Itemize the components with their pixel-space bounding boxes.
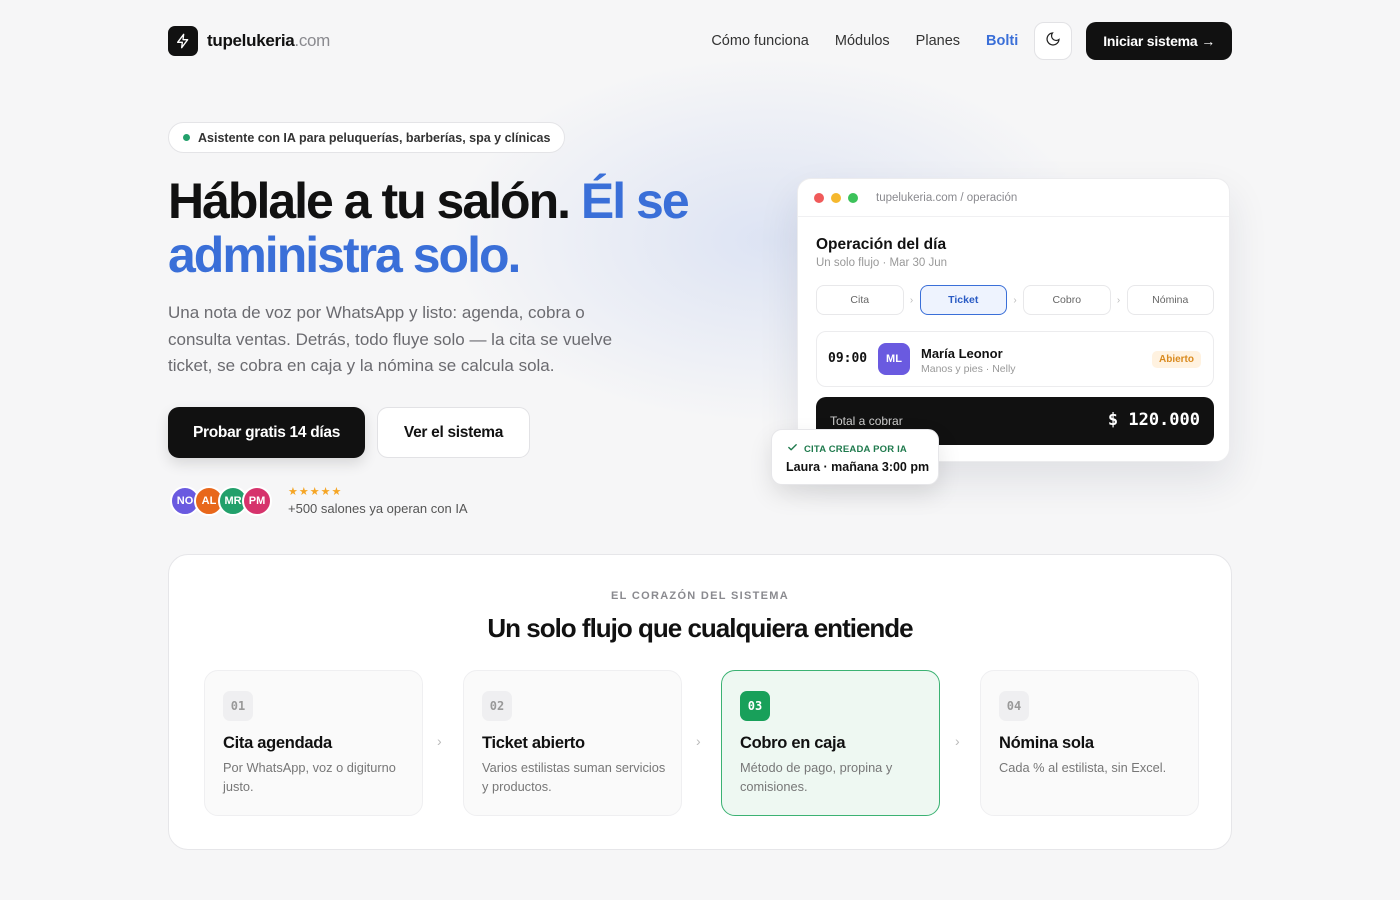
flow-card-cita[interactable]: 01 Cita agendada Por WhatsApp, voz o dig… xyxy=(204,670,423,816)
top-header: tupelukeria.com Cómo funciona Módulos Pl… xyxy=(168,22,1232,62)
system-core-section: EL CORAZÓN DEL SISTEMA Un solo flujo que… xyxy=(168,554,1232,850)
star-rating-icon: ★★★★★ xyxy=(288,486,343,498)
card-description: Método de pago, propina y comisiones. xyxy=(740,760,893,794)
headline-dark: Háblale a tu salón. xyxy=(168,173,581,229)
mock-subtitle: Un solo flujo · Mar 30 Jun xyxy=(816,257,948,269)
start-system-button[interactable]: Iniciar sistema → xyxy=(1086,22,1232,60)
operation-mock-window: tupelukeria.com / operación Operación de… xyxy=(797,178,1230,462)
ai-appointment-toast: CITA CREADA POR IA Laura · mañana 3:00 p… xyxy=(771,429,939,485)
view-system-button[interactable]: Ver el sistema xyxy=(377,407,530,458)
step-cobro[interactable]: Cobro xyxy=(1023,285,1111,315)
step-ticket[interactable]: Ticket xyxy=(919,285,1007,315)
appointment-time: 09:00 xyxy=(828,351,868,366)
close-dot-icon xyxy=(814,192,824,203)
theme-toggle-button[interactable] xyxy=(1034,22,1073,60)
card-title: Cobro en caja xyxy=(740,734,846,752)
total-label: Total a cobrar xyxy=(830,414,903,428)
brand-name: tupelukeria.com xyxy=(207,31,331,50)
hero-subtitle: Una nota de voz por WhatsApp y listo: ag… xyxy=(168,303,613,375)
avatar-group: NO AL MR PM xyxy=(170,485,272,516)
avatar: PM xyxy=(242,485,272,516)
mock-titlebar: tupelukeria.com / operación xyxy=(798,179,1229,217)
card-number: 04 xyxy=(999,691,1029,721)
nav-como-funciona[interactable]: Cómo funciona xyxy=(711,33,809,49)
avatar: ML xyxy=(878,343,910,375)
minimize-dot-icon xyxy=(831,192,841,203)
appointment-row[interactable]: 09:00 ML María Leonor Manos y pies · Nel… xyxy=(816,331,1214,387)
step-cita[interactable]: Cita xyxy=(816,285,904,315)
hero-headline: Háblale a tu salón. Él se administra sol… xyxy=(168,174,728,282)
toast-title: CITA CREADA POR IA xyxy=(804,443,907,455)
moon-icon xyxy=(1045,31,1061,52)
brand-logo[interactable]: tupelukeria.com xyxy=(168,26,330,56)
social-proof: NO AL MR PM ★★★★★ +500 salones ya operan… xyxy=(170,485,468,516)
brand-tld: .com xyxy=(294,31,331,50)
card-number: 01 xyxy=(223,691,253,721)
main-nav: Cómo funciona Módulos Planes Bolti Inici… xyxy=(711,22,1232,60)
card-description: Cada % al estilista, sin Excel. xyxy=(999,760,1167,775)
flow-card-cobro[interactable]: 03 Cobro en caja Método de pago, propina… xyxy=(721,670,940,816)
nav-bolti[interactable]: Bolti xyxy=(986,33,1018,49)
toast-header: CITA CREADA POR IA xyxy=(787,442,907,456)
mock-title: Operación del día xyxy=(816,236,947,253)
card-title: Cita agendada xyxy=(223,734,332,752)
nav-modulos[interactable]: Módulos xyxy=(835,33,890,49)
card-title: Ticket abierto xyxy=(482,734,585,752)
chevron-right-icon: › xyxy=(1013,294,1017,306)
maximize-dot-icon xyxy=(848,192,858,203)
toast-message: Laura · mañana 3:00 pm xyxy=(786,460,930,474)
status-dot-icon xyxy=(183,134,190,141)
mock-url: tupelukeria.com / operación xyxy=(876,191,1018,204)
check-icon xyxy=(787,442,798,456)
social-proof-text: ★★★★★ +500 salones ya operan con IA xyxy=(288,485,468,516)
flow-card-ticket[interactable]: 02 Ticket abierto Varios estilistas suma… xyxy=(463,670,682,816)
card-number: 03 xyxy=(740,691,770,721)
card-description: Varios estilistas suman servicios y prod… xyxy=(482,760,666,794)
chevron-right-icon: › xyxy=(955,733,960,749)
hero-badge: Asistente con IA para peluquerías, barbe… xyxy=(168,122,566,153)
chevron-right-icon: › xyxy=(437,733,442,749)
nav-planes[interactable]: Planes xyxy=(916,33,960,49)
section-title: Un solo flujo que cualquiera entiende xyxy=(487,613,913,643)
section-kicker: EL CORAZÓN DEL SISTEMA xyxy=(611,590,789,602)
lightning-icon xyxy=(168,26,198,56)
step-nomina[interactable]: Nómina xyxy=(1126,285,1214,315)
chevron-right-icon: › xyxy=(1116,294,1121,306)
free-trial-button[interactable]: Probar gratis 14 días xyxy=(168,407,365,458)
appointment-detail: Manos y pies · Nelly xyxy=(921,363,1016,375)
status-badge: Abierto xyxy=(1152,351,1201,368)
appointment-client: María Leonor xyxy=(921,346,1003,361)
card-title: Nómina sola xyxy=(999,734,1094,752)
card-description: Por WhatsApp, voz o digiturno justo. xyxy=(223,760,396,794)
hero-badge-text: Asistente con IA para peluquerías, barbe… xyxy=(198,130,551,145)
total-amount: $ 120.000 xyxy=(1107,410,1200,430)
flow-steps: Cita › Ticket › Cobro › Nómina xyxy=(816,285,1214,315)
card-number: 02 xyxy=(482,691,512,721)
chevron-right-icon: › xyxy=(909,294,914,306)
flow-card-nomina[interactable]: 04 Nómina sola Cada % al estilista, sin … xyxy=(980,670,1199,816)
social-proof-label: +500 salones ya operan con IA xyxy=(288,501,468,516)
chevron-right-icon: › xyxy=(696,733,701,749)
